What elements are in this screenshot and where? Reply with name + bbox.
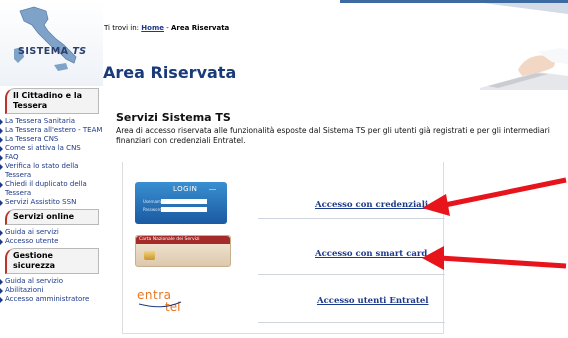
keyboard-hand-image xyxy=(480,48,568,90)
sidebar: SISTEMA TS Il Cittadino e la Tessera La … xyxy=(0,0,103,338)
key-icon: ⎯⎯ xyxy=(209,185,216,193)
nav-verifica-stato[interactable]: Verifica lo stato della Tessera xyxy=(0,162,103,180)
section-cittadino-tessera: Il Cittadino e la Tessera xyxy=(5,88,99,114)
nav-tessera-estero-team[interactable]: La Tessera all'estero - TEAM xyxy=(0,126,103,135)
nav-faq[interactable]: FAQ xyxy=(0,153,103,162)
section-servizi-online: Servizi online xyxy=(5,209,99,225)
section-gestione-sicurezza: Gestione sicurezza xyxy=(5,248,99,274)
sidebar-nav: Il Cittadino e la Tessera La Tessera San… xyxy=(0,88,103,304)
smart-card-image[interactable]: Carta Nazionale dei Servizi xyxy=(135,235,231,267)
nav-servizi-assistito[interactable]: Servizi Assistito SSN xyxy=(0,198,103,207)
breadcrumb-current: Area Riservata xyxy=(170,24,230,32)
nav-accesso-utente[interactable]: Accesso utente xyxy=(0,237,103,246)
breadcrumb: Ti trovi in: Home - Area Riservata xyxy=(104,24,230,32)
section-title: Servizi Sistema TS xyxy=(116,111,231,124)
nav-duplicato[interactable]: Chiedi il duplicato della Tessera xyxy=(0,180,103,198)
sistema-ts-logo[interactable]: SISTEMA TS xyxy=(0,0,103,86)
logo-text: SISTEMA TS xyxy=(18,46,87,57)
nav-accesso-amministratore[interactable]: Accesso amministratore xyxy=(0,295,103,304)
nav-guida-servizi[interactable]: Guida ai servizi xyxy=(0,228,103,237)
nav-guida-servizio[interactable]: Guida al servizio xyxy=(0,277,103,286)
accesso-smart-card-link[interactable]: Accesso con smart card xyxy=(315,249,427,259)
nav-tessera-cns[interactable]: La Tessera CNS xyxy=(0,135,103,144)
red-arrow-smart-card xyxy=(422,246,567,270)
nav-attiva-cns[interactable]: Come si attiva la CNS xyxy=(0,144,103,153)
accesso-credenziali-link[interactable]: Accesso con credenziali xyxy=(315,200,428,210)
nav-abilitazioni[interactable]: Abilitazioni xyxy=(0,286,103,295)
entratel-logo[interactable]: entra tel xyxy=(137,288,207,318)
italy-map-icon xyxy=(14,6,77,71)
red-arrow-credenziali xyxy=(422,177,567,216)
login-card-image[interactable]: LOGIN ⎯⎯ Username Password xyxy=(135,182,227,224)
section-description: Area di accesso riservata alle funzional… xyxy=(116,126,550,145)
services-panel: LOGIN ⎯⎯ Username Password Accesso con c… xyxy=(122,162,445,334)
entratel-swoosh xyxy=(138,301,182,308)
breadcrumb-home-link[interactable]: Home xyxy=(141,24,164,32)
chip-icon xyxy=(144,251,155,260)
page-title: Area Riservata xyxy=(103,63,237,82)
accesso-entratel-link[interactable]: Accesso utenti Entratel xyxy=(317,296,429,306)
service-credenziali: LOGIN ⎯⎯ Username Password Accesso con c… xyxy=(123,162,445,224)
nav-tessera-sanitaria[interactable]: La Tessera Sanitaria xyxy=(0,117,103,126)
